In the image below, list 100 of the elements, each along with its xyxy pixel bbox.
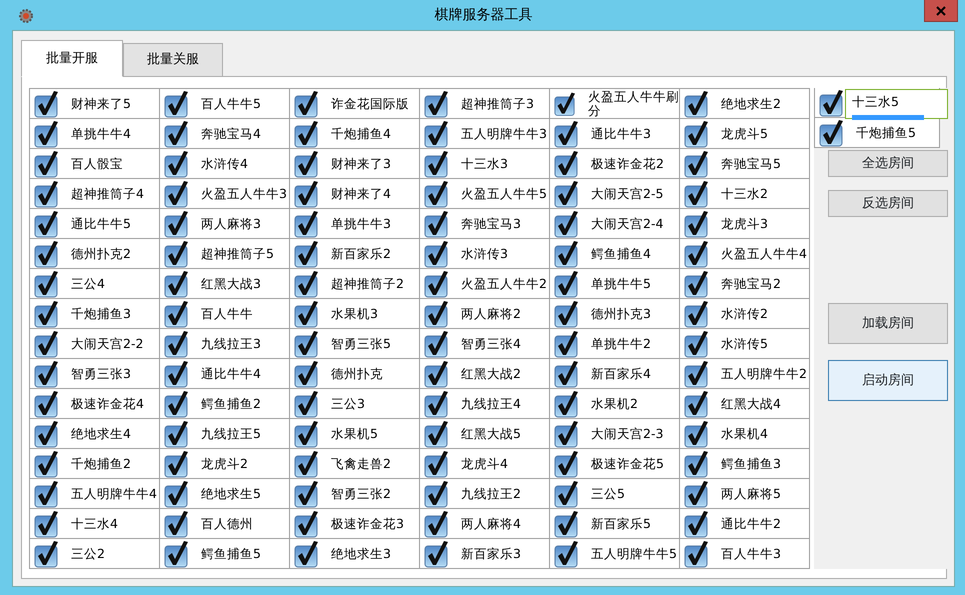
checkbox[interactable] (294, 240, 320, 268)
checkbox[interactable] (164, 210, 190, 238)
room-button[interactable]: 反选房间 (828, 190, 948, 217)
checkbox[interactable] (819, 118, 845, 146)
checkbox[interactable] (34, 120, 60, 148)
checkbox[interactable] (684, 90, 710, 118)
checkbox[interactable] (34, 90, 60, 118)
checkbox[interactable] (164, 540, 190, 568)
checkbox[interactable] (424, 150, 450, 178)
checkbox[interactable] (164, 90, 190, 118)
checkbox[interactable] (164, 270, 190, 298)
checkbox[interactable] (294, 480, 320, 508)
checkbox[interactable] (554, 90, 577, 118)
checkbox[interactable] (424, 510, 450, 538)
checkbox[interactable] (684, 480, 710, 508)
checkbox[interactable] (34, 300, 60, 328)
checkbox[interactable] (34, 150, 60, 178)
checkbox[interactable] (424, 300, 450, 328)
checkbox[interactable] (554, 510, 580, 538)
checkbox[interactable] (294, 120, 320, 148)
checkbox[interactable] (164, 150, 190, 178)
checkbox[interactable] (34, 330, 60, 358)
checkbox[interactable] (554, 390, 580, 418)
checkbox[interactable] (424, 90, 450, 118)
checkbox[interactable] (424, 240, 450, 268)
checkbox[interactable] (684, 270, 710, 298)
checkbox[interactable] (164, 510, 190, 538)
checkbox[interactable] (684, 330, 710, 358)
checkbox[interactable] (684, 150, 710, 178)
checkbox[interactable] (684, 120, 710, 148)
checkbox[interactable] (164, 480, 190, 508)
checkbox[interactable] (34, 360, 60, 388)
checkbox[interactable] (819, 88, 845, 116)
checkbox[interactable] (684, 540, 710, 568)
checkbox[interactable] (554, 540, 580, 568)
checkbox[interactable] (424, 390, 450, 418)
checkbox[interactable] (424, 450, 450, 478)
checkbox[interactable] (294, 540, 320, 568)
checkbox[interactable] (164, 390, 190, 418)
checkbox[interactable] (294, 420, 320, 448)
checkbox[interactable] (164, 330, 190, 358)
checkbox[interactable] (424, 420, 450, 448)
checkbox[interactable] (294, 330, 320, 358)
checkbox[interactable] (164, 360, 190, 388)
checkbox[interactable] (424, 480, 450, 508)
checkbox[interactable] (164, 450, 190, 478)
checkbox[interactable] (294, 90, 320, 118)
checkbox[interactable] (294, 360, 320, 388)
checkbox[interactable] (294, 210, 320, 238)
checkbox[interactable] (684, 360, 710, 388)
checkbox[interactable] (34, 210, 60, 238)
checkbox[interactable] (554, 420, 580, 448)
checkbox[interactable] (294, 270, 320, 298)
checkbox[interactable] (554, 360, 580, 388)
checkbox[interactable] (424, 180, 450, 208)
checkbox[interactable] (34, 180, 60, 208)
close-button[interactable] (924, 0, 958, 22)
checkbox[interactable] (684, 210, 710, 238)
room-button[interactable]: 加载房间 (828, 303, 948, 344)
checkbox[interactable] (34, 450, 60, 478)
checkbox[interactable] (294, 300, 320, 328)
checkbox[interactable] (684, 300, 710, 328)
checkbox[interactable] (294, 510, 320, 538)
checkbox[interactable] (684, 240, 710, 268)
checkbox[interactable] (294, 390, 320, 418)
checkbox[interactable] (554, 120, 580, 148)
checkbox[interactable] (34, 480, 60, 508)
checkbox[interactable] (684, 510, 710, 538)
checkbox[interactable] (684, 180, 710, 208)
room-button[interactable]: 全选房间 (828, 150, 948, 177)
checkbox[interactable] (294, 450, 320, 478)
checkbox[interactable] (34, 270, 60, 298)
checkbox[interactable] (34, 420, 60, 448)
tab[interactable]: 批量开服 (21, 40, 123, 77)
checkbox[interactable] (424, 270, 450, 298)
checkbox[interactable] (424, 330, 450, 358)
checkbox[interactable] (554, 210, 580, 238)
room-button[interactable]: 启动房间 (828, 360, 948, 401)
checkbox[interactable] (554, 330, 580, 358)
checkbox[interactable] (164, 300, 190, 328)
checkbox[interactable] (424, 210, 450, 238)
tab[interactable]: 批量关服 (123, 43, 223, 77)
checkbox[interactable] (554, 450, 580, 478)
checkbox[interactable] (424, 540, 450, 568)
checkbox[interactable] (554, 270, 580, 298)
checkbox[interactable] (164, 120, 190, 148)
checkbox[interactable] (554, 300, 580, 328)
checkbox[interactable] (424, 360, 450, 388)
checkbox[interactable] (684, 390, 710, 418)
checkbox[interactable] (554, 180, 580, 208)
checkbox[interactable] (164, 240, 190, 268)
checkbox[interactable] (684, 420, 710, 448)
checkbox[interactable] (164, 420, 190, 448)
checkbox[interactable] (554, 150, 580, 178)
checkbox[interactable] (34, 390, 60, 418)
checkbox[interactable] (684, 450, 710, 478)
checkbox[interactable] (294, 150, 320, 178)
checkbox[interactable] (34, 510, 60, 538)
checkbox[interactable] (554, 480, 580, 508)
checkbox[interactable] (34, 540, 60, 568)
